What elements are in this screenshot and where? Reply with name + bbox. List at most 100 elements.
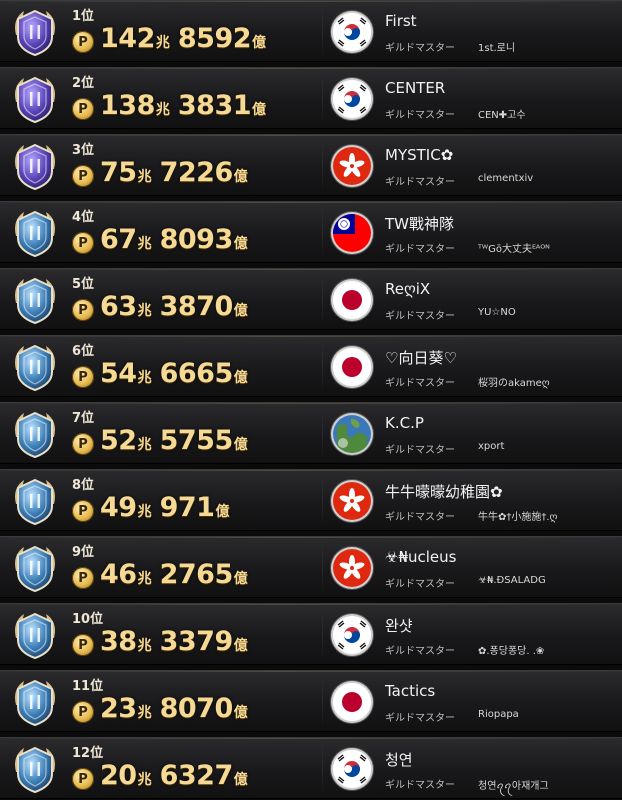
rank-emblem-icon [8,541,62,595]
guild-master-name[interactable]: xport [478,441,504,452]
row-divider [322,275,323,325]
trillion-unit: 兆 [137,169,152,185]
hundred-million-value: 2765 [159,559,234,590]
rank-emblem-icon [8,5,62,59]
guild-name[interactable]: 완샷 [385,615,413,636]
guild-master-label: ギルドマスター [385,311,455,322]
rank-label: 7位 [72,411,95,426]
guild-master-name[interactable]: CEN✚고수 [478,106,526,121]
hundred-million-unit: 億 [233,705,248,721]
ranking-row[interactable]: 12位 P 20兆 6327億 청연 ギルドマスター 청연ꪖꪖ아재개그 [0,737,622,799]
guild-name[interactable]: 청연 [385,749,413,770]
guild-master-name[interactable]: Riopapa [478,709,519,720]
hundred-million-unit: 億 [233,370,248,386]
ranking-row[interactable]: 8位 P 49兆 971億 牛牛曚曚幼稚園✿ ギルドマスター 牛牛✿†小施施†.ღ [0,469,622,531]
rank-label: 4位 [72,210,95,225]
south-korea-flag-icon [333,616,371,654]
hundred-million-value: 8592 [177,23,252,54]
hundred-million-unit: 億 [233,236,248,252]
hundred-million-unit: 億 [233,571,248,587]
hong-kong-flag-icon [333,549,371,587]
guild-name[interactable]: MYSTIC✿ [385,146,453,164]
rank-label: 11位 [72,679,104,694]
guild-name[interactable]: ReღiX [385,280,430,298]
ranking-row[interactable]: 5位 P 63兆 3870億 ReღiX ギルドマスター YU☆NO [0,268,622,330]
rank-label: 8位 [72,478,95,493]
rank-emblem-icon [8,675,62,729]
guild-power-amount: 38兆 3379億 [100,626,248,657]
guild-name[interactable]: 牛牛曚曚幼稚園✿ [385,481,503,502]
hundred-million-value: 7226 [159,157,234,188]
trillion-unit: 兆 [137,571,152,587]
globe-icon [333,415,371,453]
ranking-row[interactable]: 4位 P 67兆 8093億 TW戰神隊 ギルドマスター ᵀᵂGō大丈夫ᴱᴬᴼᴺ [0,201,622,263]
point-coin-icon: P [72,433,94,455]
trillion-value: 49 [100,492,137,523]
row-divider [322,342,323,392]
ranking-row[interactable]: 3位 P 75兆 7226億 MYSTIC✿ ギルドマスター clementxiv [0,134,622,196]
guild-master-name[interactable]: YU☆NO [478,307,516,318]
hundred-million-value: 6327 [159,760,234,791]
japan-flag-icon [333,348,371,386]
guild-master-name[interactable]: ᵀᵂGō大丈夫ᴱᴬᴼᴺ [478,240,550,255]
trillion-unit: 兆 [137,370,152,386]
trillion-unit: 兆 [137,303,152,319]
trillion-value: 38 [100,626,137,657]
ranking-row[interactable]: 11位 P 23兆 8070億 Tactics ギルドマスター Riopapa [0,670,622,732]
guild-master-label: ギルドマスター [385,378,455,389]
ranking-row[interactable]: 7位 P 52兆 5755億 K.C.P ギルドマスター xport [0,402,622,464]
guild-master-label: ギルドマスター [385,177,455,188]
guild-name[interactable]: TW戰神隊 [385,213,454,234]
guild-master-label: ギルドマスター [385,244,455,255]
guild-master-name[interactable]: 1st.로니 [478,39,515,54]
rank-emblem-icon [8,608,62,662]
ranking-row[interactable]: 10位 P 38兆 3379億 완샷 ギルドマスター ✿.퐁당퐁당. .❀ [0,603,622,665]
hundred-million-unit: 億 [233,169,248,185]
guild-name[interactable]: Tactics [385,682,435,700]
guild-name[interactable]: ♡向日葵♡ [385,347,457,368]
rank-emblem-icon [8,139,62,193]
point-coin-icon: P [72,98,94,120]
row-divider [322,476,323,526]
trillion-value: 20 [100,760,137,791]
rank-label: 10位 [72,612,104,627]
hundred-million-unit: 億 [233,638,248,654]
rank-emblem-icon [8,474,62,528]
point-coin-icon: P [72,634,94,656]
hong-kong-flag-icon [333,147,371,185]
guild-name[interactable]: First [385,12,417,30]
ranking-row[interactable]: 9位 P 46兆 2765億 ☣₦ucleus ギルドマスター ☣₦.ĐSALADG [0,536,622,598]
rank-label: 5位 [72,277,95,292]
taiwan-flag-icon [333,214,371,252]
japan-flag-icon [333,281,371,319]
guild-master-label: ギルドマスター [385,43,455,54]
guild-name[interactable]: K.C.P [385,414,424,432]
trillion-value: 138 [100,90,155,121]
trillion-unit: 兆 [137,504,152,520]
rank-emblem-icon [8,340,62,394]
guild-master-name[interactable]: clementxiv [478,173,533,184]
guild-master-name[interactable]: ☣₦.ĐSALADG [478,575,546,586]
ranking-row[interactable]: 2位 P 138兆 3831億 CENTER ギルドマスター CEN✚고수 [0,67,622,129]
south-korea-flag-icon [333,80,371,118]
hundred-million-value: 3831 [177,90,252,121]
guild-power-amount: 54兆 6665億 [100,358,248,389]
guild-power-amount: 52兆 5755億 [100,425,248,456]
rank-emblem-icon [8,206,62,260]
hundred-million-unit: 億 [252,102,267,118]
row-divider [322,409,323,459]
guild-master-name[interactable]: 桜羽のakameღ [478,374,550,389]
guild-name[interactable]: ☣₦ucleus [385,548,456,566]
hundred-million-unit: 億 [252,35,267,51]
guild-name[interactable]: CENTER [385,79,445,97]
guild-master-name[interactable]: 청연ꪖꪖ아재개그 [478,776,549,797]
point-coin-icon: P [72,31,94,53]
rank-label: 1位 [72,9,95,24]
guild-master-name[interactable]: ✿.퐁당퐁당. .❀ [478,642,544,657]
guild-master-name[interactable]: 牛牛✿†小施施†.ღ [478,508,557,523]
trillion-value: 67 [100,224,137,255]
rank-label: 6位 [72,344,95,359]
point-coin-icon: P [72,366,94,388]
ranking-row[interactable]: 6位 P 54兆 6665億 ♡向日葵♡ ギルドマスター 桜羽のakameღ [0,335,622,397]
ranking-row[interactable]: 1位 P 142兆 8592億 First ギルドマスター 1st.로니 [0,0,622,62]
